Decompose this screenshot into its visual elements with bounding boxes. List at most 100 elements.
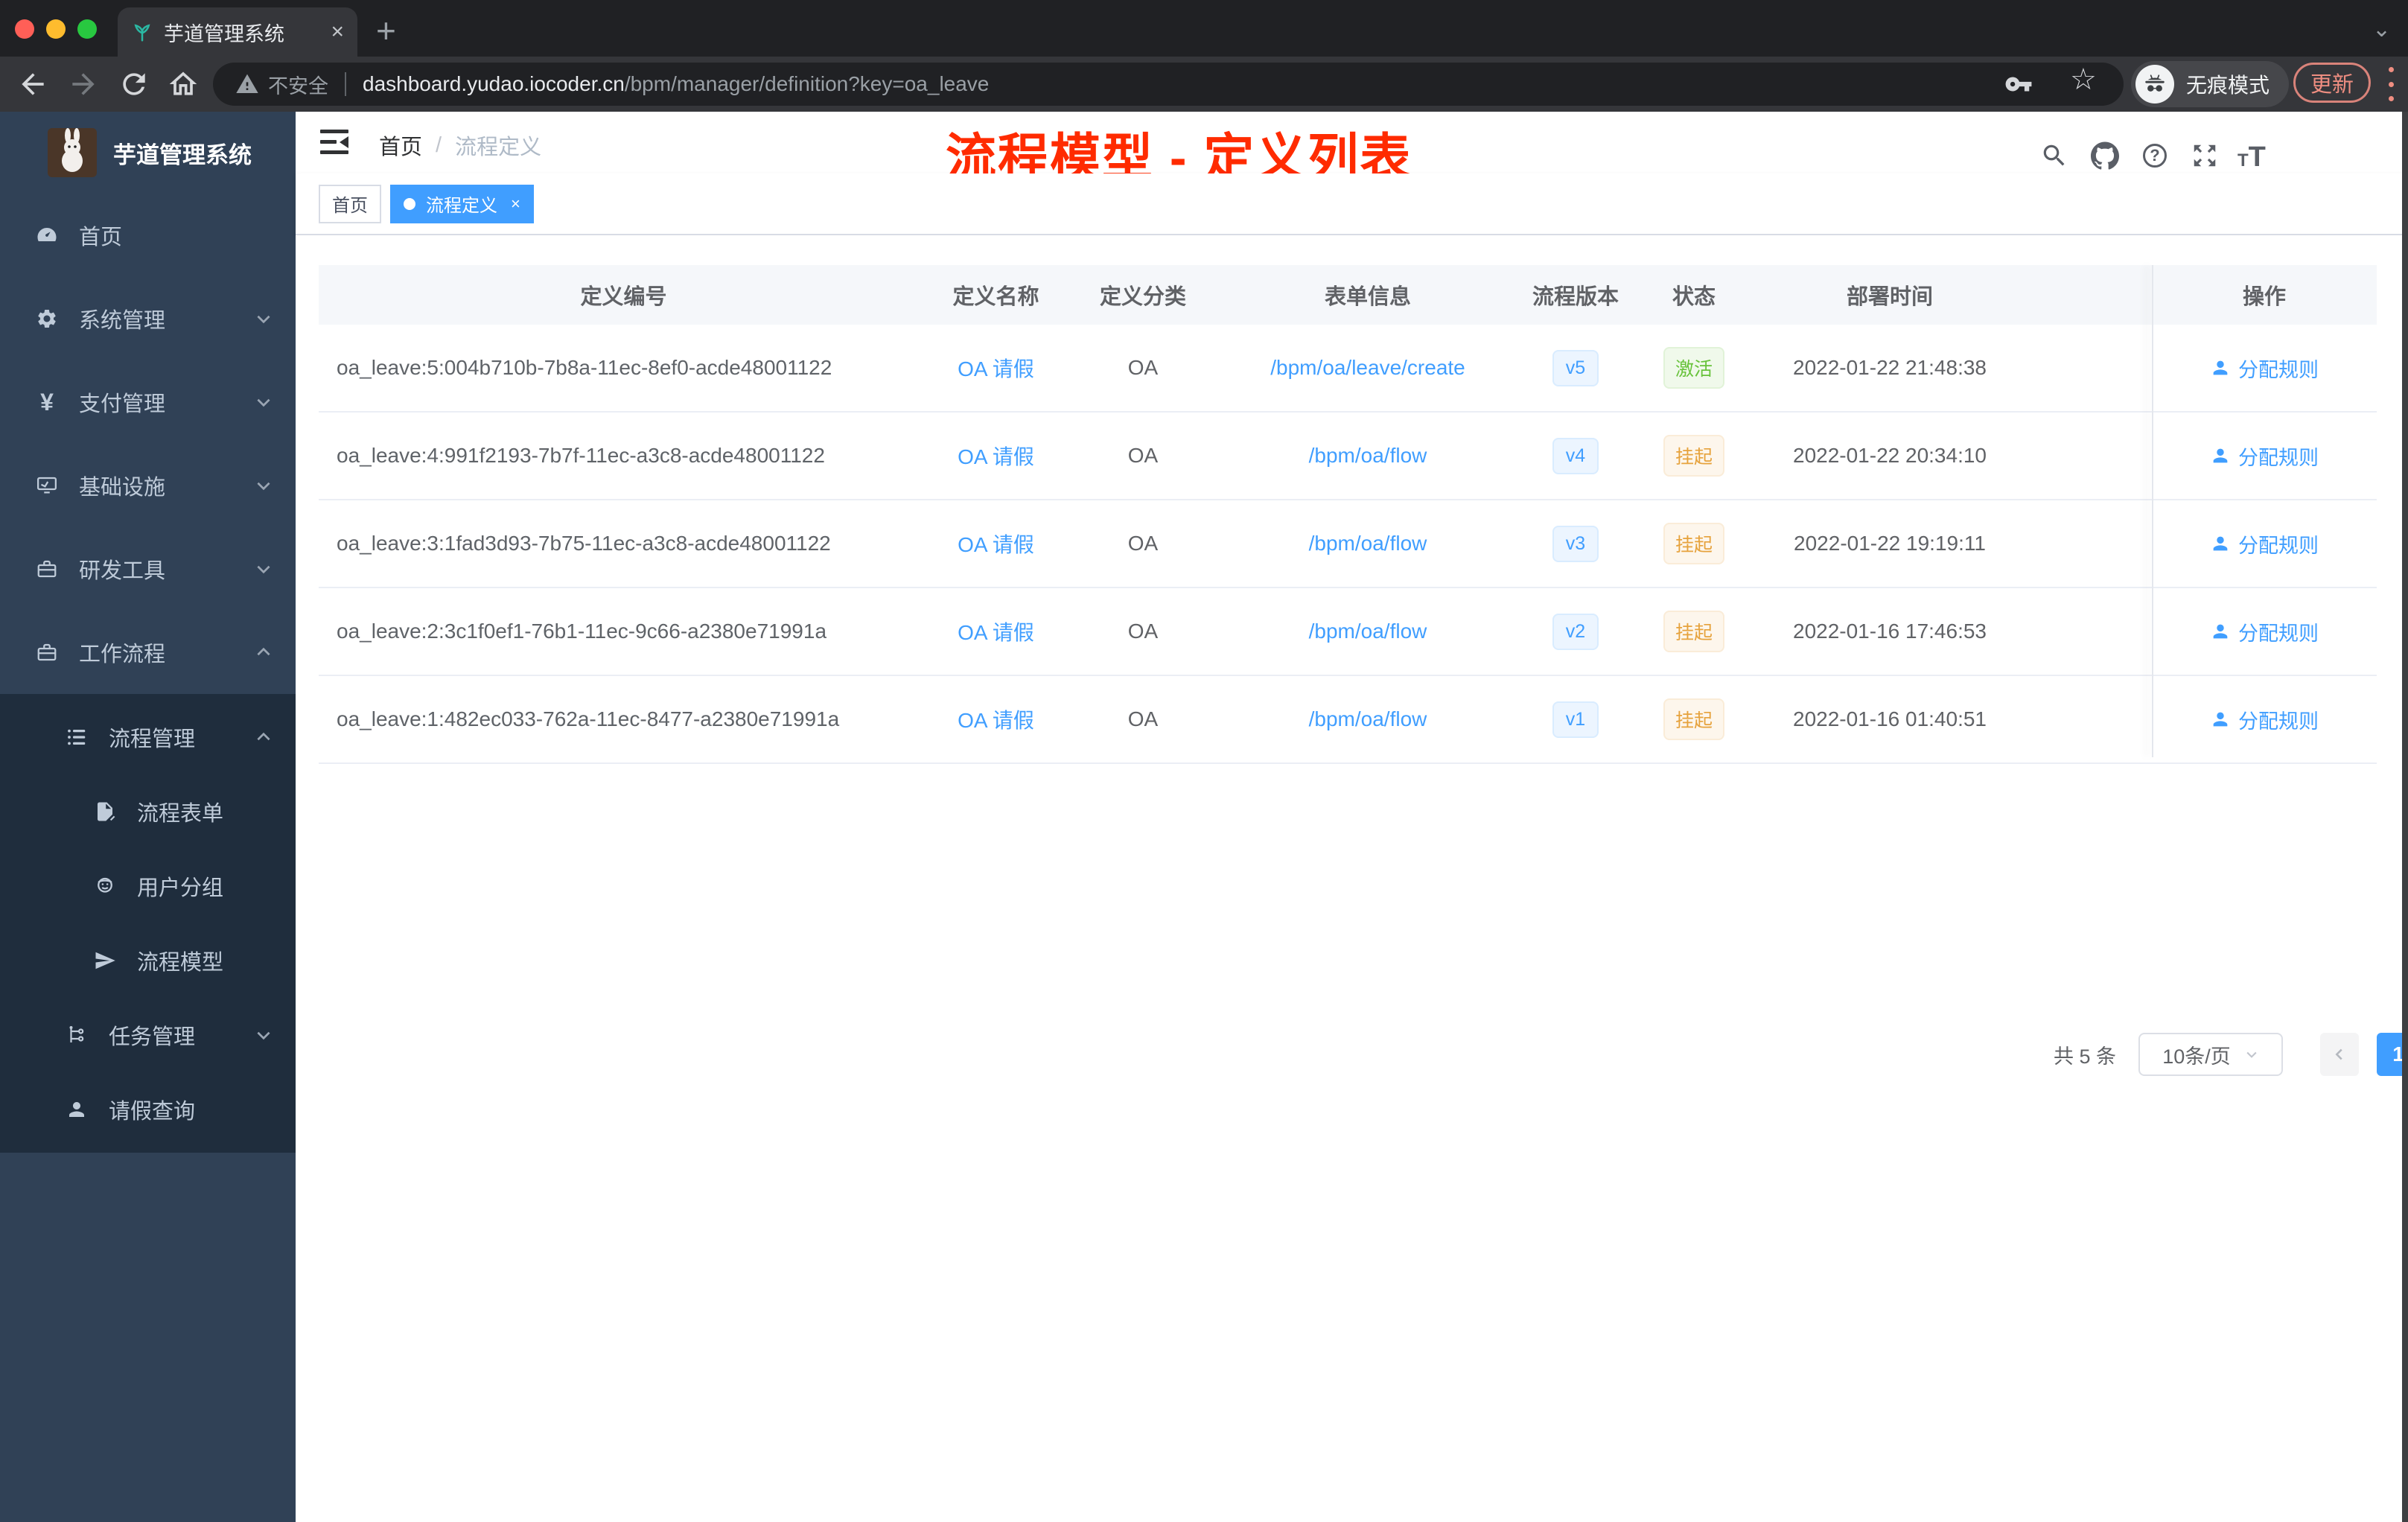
tags-view-bar: 首页 流程定义 ×: [296, 173, 2408, 235]
sidebar-item-workflow[interactable]: 工作流程: [0, 611, 296, 694]
tag-close-icon[interactable]: ×: [511, 194, 520, 214]
sidebar-item-process-management[interactable]: 流程管理: [0, 700, 296, 774]
sidebar-item-label: 首页: [79, 226, 123, 249]
sidebar-item-label: 基础设施: [79, 476, 166, 500]
page-size-select[interactable]: 10条/页: [2138, 1033, 2283, 1076]
deploy-time: 2022-01-16 17:46:53: [1793, 620, 1987, 643]
form-info-link[interactable]: /bpm/oa/leave/create: [1270, 356, 1465, 379]
incognito-icon: [2135, 65, 2174, 104]
briefcase-icon: [36, 641, 58, 663]
form-info-link[interactable]: /bpm/oa/flow: [1309, 620, 1427, 643]
tag-label: 流程定义: [426, 196, 497, 216]
url-host: dashboard.yudao.iocoder.cn: [363, 72, 625, 95]
table-row: oa_leave:1:482ec033-762a-11ec-8477-a2380…: [319, 676, 2377, 764]
back-icon[interactable]: [16, 68, 49, 101]
status-badge: 挂起: [1663, 435, 1724, 477]
definition-id: oa_leave:3:1fad3d93-7b75-11ec-a3c8-acde4…: [337, 532, 831, 555]
sidebar-item-label: 流程表单: [137, 802, 224, 826]
chevron-down-icon: [254, 309, 273, 328]
user-icon: [2210, 621, 2231, 642]
assign-rule-button[interactable]: 分配规则: [2152, 617, 2377, 646]
definition-category: OA: [1127, 620, 1159, 643]
tab-title: 芋道管理系统: [164, 22, 284, 45]
sidebar-item-system[interactable]: 系统管理: [0, 277, 296, 360]
github-icon[interactable]: [2091, 141, 2119, 170]
font-size-icon[interactable]: TT: [2237, 141, 2266, 171]
version-badge: v5: [1552, 349, 1599, 386]
home-icon[interactable]: [167, 68, 200, 101]
new-tab-button[interactable]: +: [376, 10, 396, 51]
tag-home[interactable]: 首页: [319, 184, 381, 223]
table-row: oa_leave:5:004b710b-7b8a-11ec-8ef0-acde4…: [319, 325, 2377, 413]
dashboard-icon: [36, 224, 58, 246]
sidebar-item-label: 系统管理: [79, 309, 166, 333]
col-header-deploy-time: 部署时间: [1846, 285, 1933, 309]
form-info-link[interactable]: /bpm/oa/flow: [1309, 532, 1427, 555]
password-key-icon[interactable]: [2004, 70, 2033, 98]
app-logo-row[interactable]: 芋道管理系统: [0, 112, 296, 194]
sidebar-item-label: 支付管理: [79, 392, 166, 416]
browser-menu-icon[interactable]: [2389, 67, 2395, 101]
definition-name-link[interactable]: OA 请假: [958, 533, 1034, 556]
sidebar-collapse-icon[interactable]: [320, 130, 348, 155]
window-minimize-button[interactable]: [46, 19, 66, 39]
status-badge: 挂起: [1663, 611, 1724, 652]
chevron-up-icon: [254, 643, 273, 662]
tab-close-icon[interactable]: ×: [331, 21, 344, 43]
assign-rule-button[interactable]: 分配规则: [2152, 354, 2377, 383]
user-icon: [2210, 709, 2231, 730]
definition-name-link[interactable]: OA 请假: [958, 445, 1034, 468]
main-content: 定义编号 定义名称 定义分类 表单信息 流程版本 状态 部署时间 操作 oa_l…: [296, 235, 2408, 1522]
definition-id: oa_leave:1:482ec033-762a-11ec-8477-a2380…: [337, 707, 840, 730]
bookmark-star-icon[interactable]: ☆: [2070, 63, 2097, 97]
fixed-column-divider: [2152, 265, 2153, 757]
not-secure-warning-icon: [235, 72, 259, 96]
window-close-button[interactable]: [15, 19, 34, 39]
definition-name-link[interactable]: OA 请假: [958, 709, 1034, 732]
browser-update-button[interactable]: 更新: [2293, 63, 2371, 103]
version-badge: v3: [1552, 525, 1599, 562]
tab-search-caret-icon[interactable]: ⌄: [2372, 16, 2391, 42]
definition-category: OA: [1127, 707, 1159, 730]
monitor-icon: [36, 474, 58, 497]
sidebar-item-user-group[interactable]: 用户分组: [0, 849, 296, 923]
browser-tab[interactable]: 芋道管理系统 ×: [118, 7, 357, 57]
definition-category: OA: [1127, 532, 1159, 555]
col-header-definition-id: 定义编号: [580, 285, 667, 309]
sidebar-item-label: 流程管理: [109, 727, 196, 751]
deploy-time: 2022-01-22 19:19:11: [1794, 532, 1986, 555]
col-header-definition-category: 定义分类: [1099, 285, 1186, 309]
assign-rule-label: 分配规则: [2238, 446, 2319, 469]
window-zoom-button[interactable]: [77, 19, 97, 39]
assign-rule-button[interactable]: 分配规则: [2152, 529, 2377, 558]
sidebar-item-process-model[interactable]: 流程模型: [0, 923, 296, 998]
help-icon[interactable]: ?: [2143, 144, 2171, 172]
forward-icon[interactable]: [67, 68, 100, 101]
form-info-link[interactable]: /bpm/oa/flow: [1309, 707, 1427, 730]
sidebar-item-process-form[interactable]: 流程表单: [0, 774, 296, 849]
fullscreen-icon[interactable]: [2191, 141, 2219, 170]
sidebar-item-task-management[interactable]: 任务管理: [0, 998, 296, 1072]
user-icon: [2210, 445, 2231, 466]
user-icon: [2210, 357, 2231, 378]
assign-rule-button[interactable]: 分配规则: [2152, 442, 2377, 471]
tag-active-dot: [404, 197, 415, 210]
prev-page-button[interactable]: [2320, 1033, 2359, 1076]
breadcrumb: 首页 / 流程定义: [379, 130, 541, 161]
definition-name-link[interactable]: OA 请假: [958, 621, 1034, 644]
assign-rule-button[interactable]: 分配规则: [2152, 705, 2377, 734]
search-icon[interactable]: [2040, 141, 2068, 170]
sidebar-item-infrastructure[interactable]: 基础设施: [0, 444, 296, 527]
sidebar-item-payment[interactable]: ¥ 支付管理: [0, 360, 296, 444]
sidebar-item-leave-query[interactable]: 请假查询: [0, 1072, 296, 1147]
reload-icon[interactable]: [118, 68, 150, 101]
sidebar-item-home[interactable]: 首页: [0, 194, 296, 277]
form-info-link[interactable]: /bpm/oa/flow: [1309, 444, 1427, 467]
tag-process-definition[interactable]: 流程定义 ×: [390, 184, 534, 223]
breadcrumb-home[interactable]: 首页: [379, 130, 422, 161]
yen-icon: ¥: [40, 389, 54, 415]
address-bar[interactable]: 不安全 dashboard.yudao.iocoder.cn /bpm/mana…: [213, 63, 2124, 106]
definition-name-link[interactable]: OA 请假: [958, 357, 1034, 380]
deploy-time: 2022-01-22 21:48:38: [1793, 356, 1987, 379]
sidebar-item-dev-tools[interactable]: 研发工具: [0, 527, 296, 611]
